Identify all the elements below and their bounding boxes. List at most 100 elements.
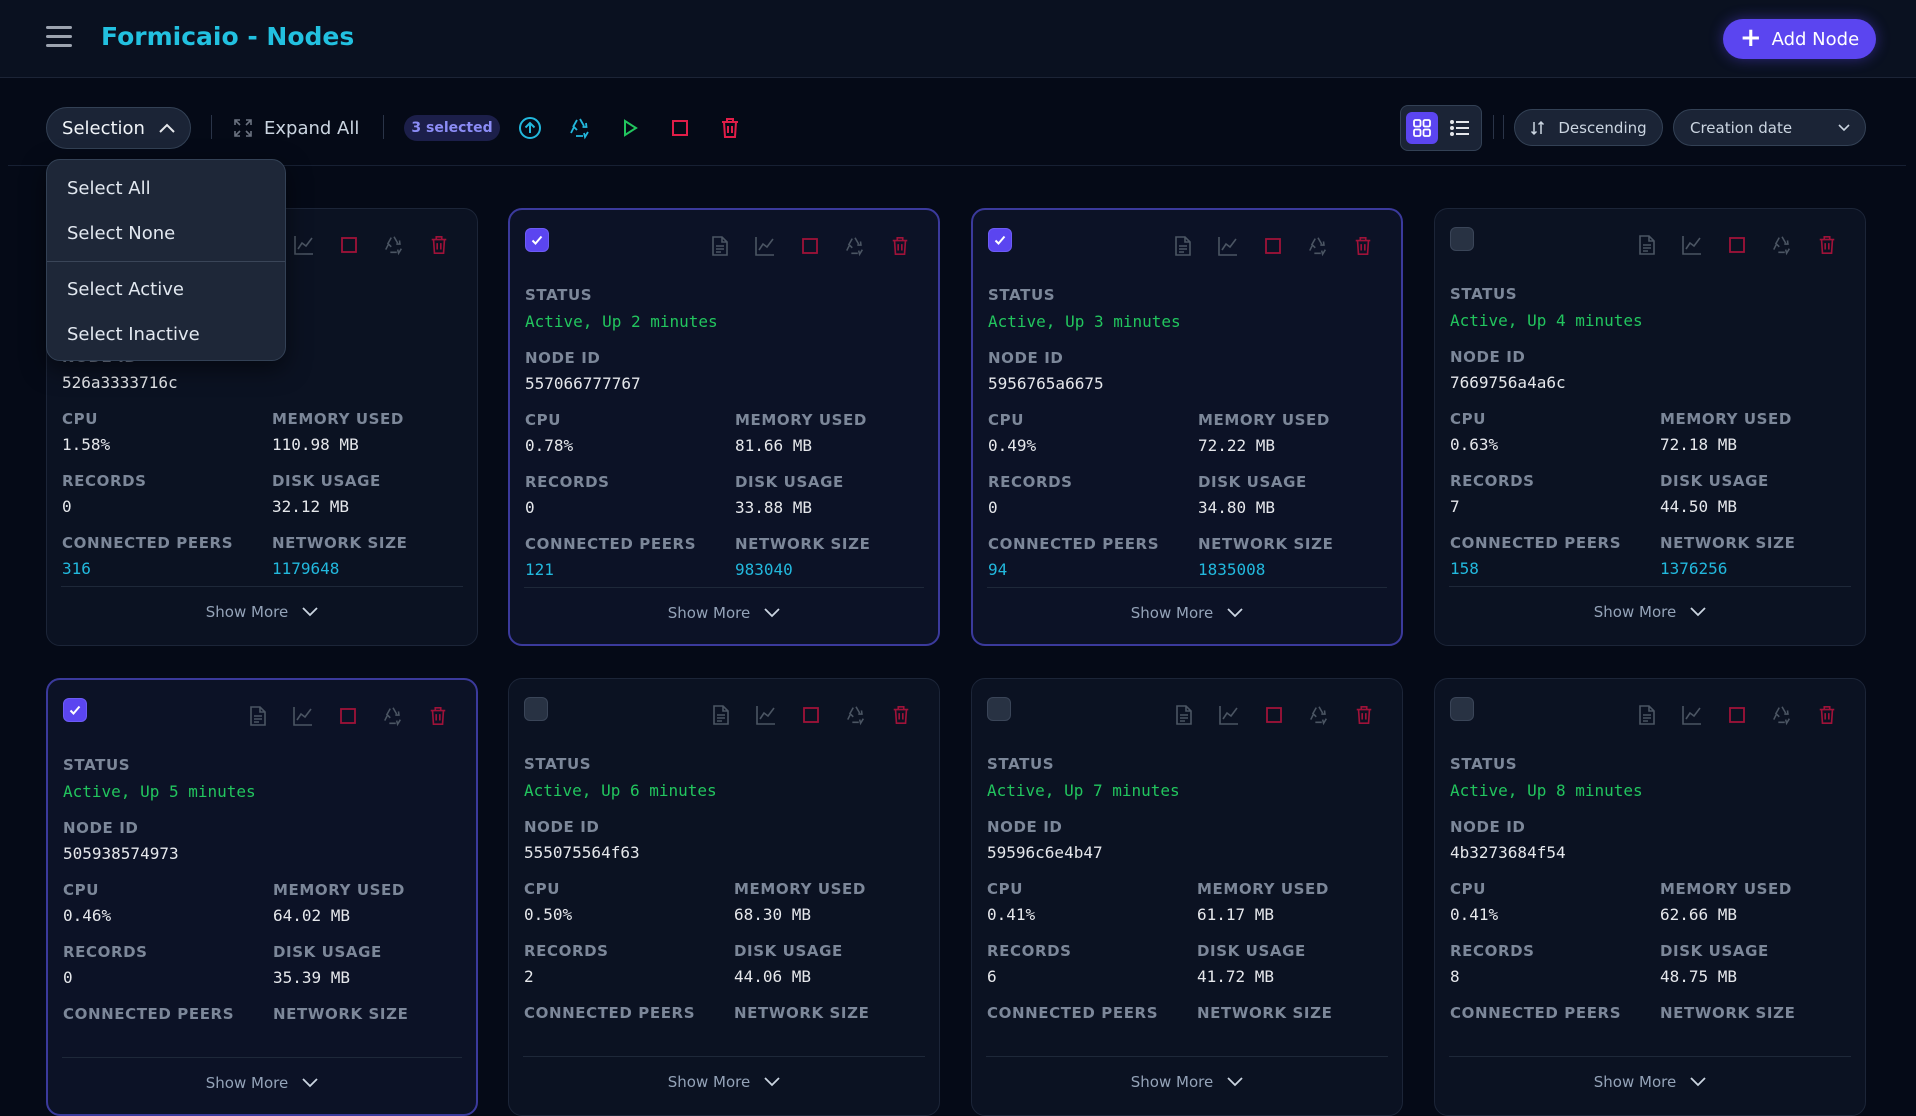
stop-node-button[interactable] [797,235,822,260]
menu-item-select-all[interactable]: Select All [67,178,151,199]
show-more-button[interactable]: Show More [1435,1073,1865,1091]
chevron-down-icon [1838,124,1850,132]
recycle-icon [1771,704,1793,730]
connected-peers-value: 158 [1450,559,1479,578]
selected-count-badge: 3 selected [404,115,500,141]
delete-selected-button[interactable] [716,114,744,142]
sort-field-select[interactable]: Creation date [1673,109,1866,146]
stop-node-button[interactable] [1724,234,1749,259]
status-label: STATUS [988,286,1056,304]
connected-peers-label: CONNECTED PEERS [524,1004,696,1022]
node-select-checkbox[interactable] [63,698,87,722]
trash-icon [429,235,449,259]
disk-usage-label: DISK USAGE [273,943,382,961]
show-more-button[interactable]: Show More [1435,603,1865,621]
stop-node-button[interactable] [336,234,361,259]
stop-node-button[interactable] [1261,704,1286,729]
show-more-button[interactable]: Show More [510,604,938,622]
view-metrics-button[interactable] [290,705,315,730]
recycle-selected-button[interactable] [566,114,594,142]
selection-dropdown-button[interactable]: Selection [46,107,191,149]
hamburger-menu-icon[interactable] [46,26,72,50]
node-id-label: NODE ID [63,819,139,837]
add-node-button[interactable]: + Add Node [1723,19,1876,59]
node-select-checkbox[interactable] [525,228,549,252]
menu-item-select-none[interactable]: Select None [67,223,175,244]
show-more-label: Show More [205,1074,289,1092]
view-logs-button[interactable] [245,705,270,730]
memory-used-label: MEMORY USED [1660,880,1792,898]
recycle-node-button[interactable] [1769,704,1794,729]
stop-node-button[interactable] [1260,235,1285,260]
recycle-node-button[interactable] [843,704,868,729]
top-header: Formicaio - Nodes + Add Node [0,0,1916,78]
stop-node-button[interactable] [335,705,360,730]
upgrade-selected-button[interactable] [516,114,544,142]
view-logs-button[interactable] [707,235,732,260]
trash-icon [1354,705,1374,729]
view-metrics-button[interactable] [291,234,316,259]
recycle-node-button[interactable] [381,234,406,259]
memory-used-value: 61.17 MB [1197,905,1275,924]
cpu-value: 0.63% [1450,435,1499,454]
delete-node-button[interactable] [887,235,912,260]
node-select-checkbox[interactable] [1450,697,1474,721]
cpu-value: 0.78% [525,436,574,455]
delete-node-button[interactable] [1814,234,1839,259]
view-logs-button[interactable] [1634,704,1659,729]
delete-node-button[interactable] [425,705,450,730]
node-select-checkbox[interactable] [988,228,1012,252]
view-logs-button[interactable] [708,704,733,729]
show-more-button[interactable]: Show More [973,604,1401,622]
list-view-button[interactable] [1444,112,1476,144]
stop-node-button[interactable] [798,704,823,729]
selection-label: Selection [62,117,145,139]
sort-order-button[interactable]: Descending [1514,109,1663,146]
delete-node-button[interactable] [1351,704,1376,729]
node-select-checkbox[interactable] [524,697,548,721]
network-size-value: 1179648 [272,559,340,578]
start-selected-button[interactable] [616,114,644,142]
view-metrics-button[interactable] [1679,704,1704,729]
show-more-button[interactable]: Show More [48,1074,476,1092]
menu-item-select-active[interactable]: Select Active [67,279,184,300]
recycle-node-button[interactable] [1305,235,1330,260]
status-value: Active, Up 7 minutes [987,781,1180,800]
view-metrics-button[interactable] [753,704,778,729]
node-actions [707,235,912,260]
recycle-node-button[interactable] [842,235,867,260]
recycle-node-button[interactable] [1769,234,1794,259]
recycle-node-button[interactable] [1306,704,1331,729]
delete-node-button[interactable] [1814,704,1839,729]
records-value: 0 [988,498,998,517]
show-more-button[interactable]: Show More [972,1073,1402,1091]
view-metrics-button[interactable] [1215,235,1240,260]
delete-node-button[interactable] [426,234,451,259]
menu-item-select-inactive[interactable]: Select Inactive [67,324,200,345]
node-select-checkbox[interactable] [987,697,1011,721]
view-logs-button[interactable] [1170,235,1195,260]
stop-node-button[interactable] [1724,704,1749,729]
view-metrics-button[interactable] [1679,234,1704,259]
connected-peers-value: 316 [62,559,91,578]
node-actions [1634,234,1839,259]
cpu-value: 0.46% [63,906,112,925]
delete-node-button[interactable] [888,704,913,729]
grid-view-button[interactable] [1406,112,1438,144]
toolbar-divider-line [8,165,1906,166]
sort-arrows-icon [1531,120,1545,135]
view-logs-button[interactable] [1171,704,1196,729]
show-more-button[interactable]: Show More [47,603,477,621]
card-divider [987,587,1387,588]
view-logs-button[interactable] [1634,234,1659,259]
node-card: STATUS NODE ID CPU MEMORY USED RECORDS DISK U… [46,678,478,1116]
logs-icon [1172,235,1194,261]
node-select-checkbox[interactable] [1450,227,1474,251]
delete-node-button[interactable] [1350,235,1375,260]
expand-all-button[interactable]: Expand All [234,115,359,141]
recycle-node-button[interactable] [380,705,405,730]
view-metrics-button[interactable] [752,235,777,260]
stop-selected-button[interactable] [666,114,694,142]
show-more-button[interactable]: Show More [509,1073,939,1091]
view-metrics-button[interactable] [1216,704,1241,729]
